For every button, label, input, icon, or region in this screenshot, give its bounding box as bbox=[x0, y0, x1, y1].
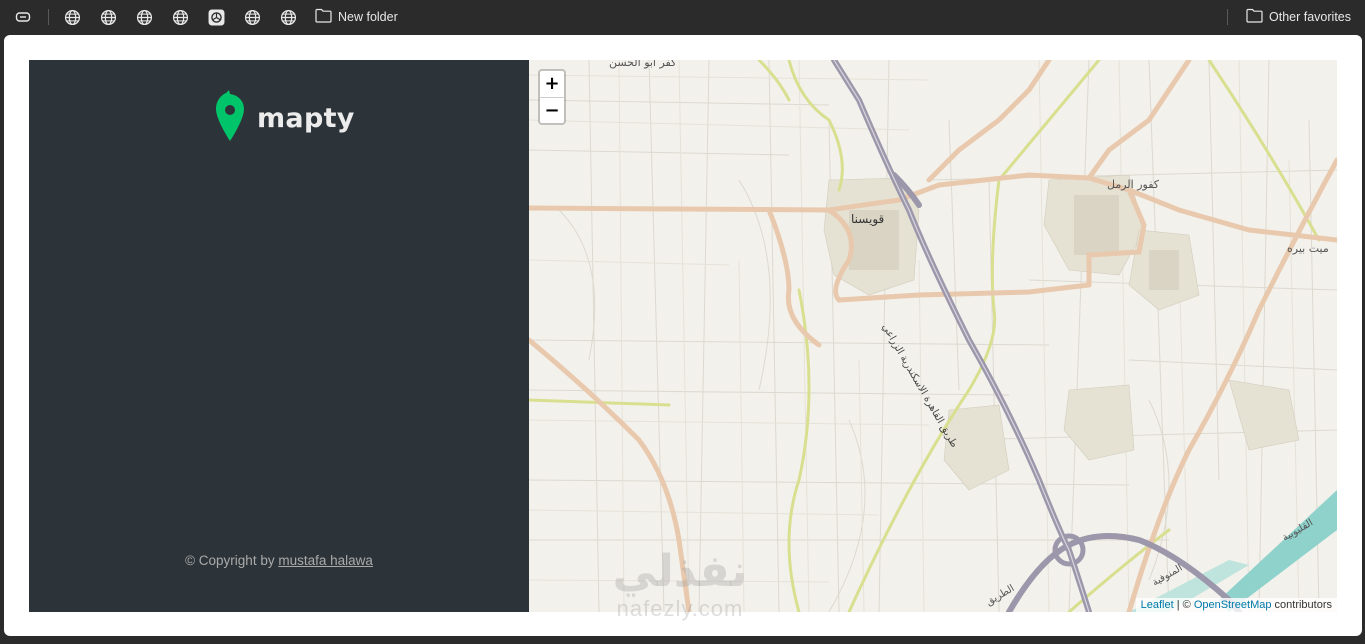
author-link[interactable]: mustafa halawa bbox=[278, 553, 373, 568]
globe-icon[interactable] bbox=[239, 4, 265, 30]
zoom-out-button[interactable]: − bbox=[540, 97, 564, 123]
leaflet-link[interactable]: Leaflet bbox=[1141, 599, 1174, 611]
copyright: © Copyright by mustafa halawa bbox=[29, 553, 529, 568]
map-tiles bbox=[529, 60, 1337, 612]
map-label-village-top: كفر ابو الحسن bbox=[609, 60, 677, 69]
globe-icon[interactable] bbox=[95, 4, 121, 30]
map-label-town-main: قويسنا bbox=[851, 212, 885, 226]
zoom-in-button[interactable]: + bbox=[540, 71, 564, 97]
map-pin-icon bbox=[215, 90, 245, 147]
new-folder-label: New folder bbox=[338, 10, 398, 24]
globe-icon[interactable] bbox=[167, 4, 193, 30]
attribution-separator: | © bbox=[1173, 599, 1194, 611]
other-favorites-area: Other favorites bbox=[1225, 4, 1355, 30]
tab-icon[interactable] bbox=[10, 4, 36, 30]
new-folder-favorite[interactable]: New folder bbox=[311, 4, 402, 30]
logo: mapty bbox=[215, 90, 355, 147]
map-label-town-e: ميت بيره bbox=[1287, 242, 1329, 255]
sidebar: mapty © Copyright by mustafa halawa bbox=[29, 60, 529, 612]
zoom-control: + − bbox=[538, 69, 566, 125]
page-viewport: mapty © Copyright by mustafa halawa كفر … bbox=[4, 35, 1362, 636]
separator bbox=[1227, 9, 1229, 25]
folder-icon bbox=[315, 8, 332, 26]
chatgpt-icon[interactable] bbox=[203, 4, 229, 30]
openstreetmap-link[interactable]: OpenStreetMap bbox=[1194, 599, 1272, 611]
separator bbox=[48, 9, 49, 25]
map[interactable]: كفر ابو الحسن قويسنا كفور الرمل ميت بيره… bbox=[529, 60, 1337, 612]
globe-icon[interactable] bbox=[59, 4, 85, 30]
logo-text: mapty bbox=[257, 103, 355, 134]
mapty-app: mapty © Copyright by mustafa halawa كفر … bbox=[29, 60, 1337, 612]
copyright-text: © Copyright by bbox=[185, 553, 279, 568]
globe-icon[interactable] bbox=[275, 4, 301, 30]
other-favorites-label: Other favorites bbox=[1269, 10, 1351, 24]
map-attribution: Leaflet | © OpenStreetMap contributors bbox=[1135, 598, 1337, 612]
attribution-suffix: contributors bbox=[1271, 599, 1332, 611]
folder-icon bbox=[1246, 8, 1263, 26]
favorites-bar: New folder Other favorites bbox=[0, 0, 1365, 34]
globe-icon[interactable] bbox=[131, 4, 157, 30]
other-favorites-button[interactable]: Other favorites bbox=[1242, 4, 1355, 30]
map-label-town-ne: كفور الرمل bbox=[1107, 178, 1159, 191]
